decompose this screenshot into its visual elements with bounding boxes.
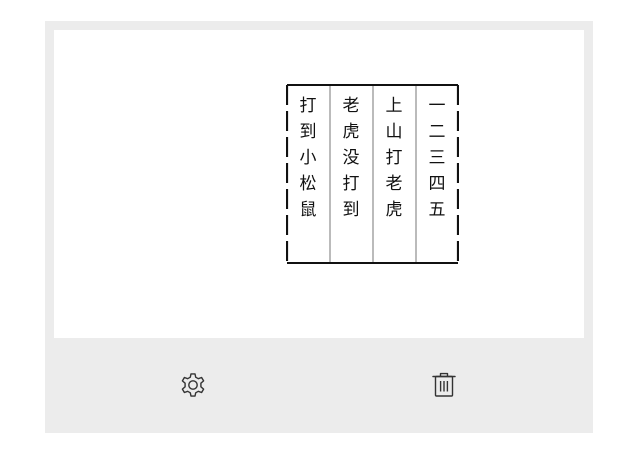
poem-char: 没 xyxy=(342,148,360,168)
poem-char: 五 xyxy=(428,200,446,220)
trash-icon xyxy=(432,372,456,397)
poem-grid: 打 到 小 松 鼠 老 虎 没 打 到 上 山 打 老 虎 一 二 三 四 五 xyxy=(286,84,459,264)
poem-card: 打 到 小 松 鼠 老 虎 没 打 到 上 山 打 老 虎 一 二 三 四 五 xyxy=(45,21,593,433)
poem-column-4: 一 二 三 四 五 xyxy=(427,93,447,223)
poem-char: 虎 xyxy=(342,122,360,142)
poem-column-3: 上 山 打 老 虎 xyxy=(384,93,404,223)
poem-column-2: 老 虎 没 打 到 xyxy=(341,93,361,223)
poem-char: 老 xyxy=(385,174,403,194)
poem-char: 小 xyxy=(299,148,317,168)
poem-char: 上 xyxy=(385,96,403,116)
poem-char: 四 xyxy=(428,174,446,194)
poem-char: 松 xyxy=(299,174,317,194)
poem-char: 山 xyxy=(385,122,403,142)
poem-char: 鼠 xyxy=(299,200,317,220)
gear-icon xyxy=(181,373,205,397)
poem-char: 到 xyxy=(342,200,360,220)
delete-button[interactable] xyxy=(427,368,461,402)
poem-column-1: 打 到 小 松 鼠 xyxy=(298,93,318,223)
poem-char: 打 xyxy=(299,96,317,116)
poem-char: 打 xyxy=(385,148,403,168)
poem-char: 三 xyxy=(428,148,446,168)
poem-display-area: 打 到 小 松 鼠 老 虎 没 打 到 上 山 打 老 虎 一 二 三 四 五 xyxy=(54,30,584,338)
card-footer-toolbar xyxy=(45,338,593,433)
settings-button[interactable] xyxy=(176,368,210,402)
poem-char: 二 xyxy=(428,122,446,142)
poem-char: 一 xyxy=(428,96,446,116)
poem-char: 打 xyxy=(342,174,360,194)
poem-char: 老 xyxy=(342,96,360,116)
poem-char: 到 xyxy=(299,122,317,142)
poem-char: 虎 xyxy=(385,200,403,220)
